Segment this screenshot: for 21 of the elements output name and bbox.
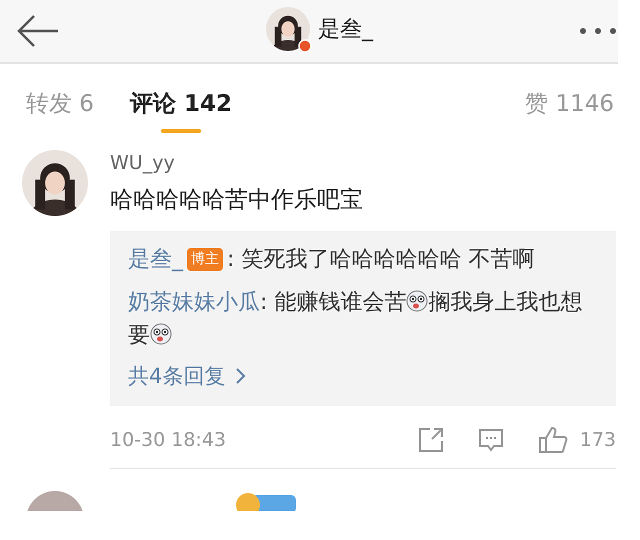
thumbs-up-icon <box>538 426 568 454</box>
comment-time: 10-30 18:43 <box>110 429 226 451</box>
comment-author[interactable]: WU_yy <box>110 152 640 174</box>
comment-icon[interactable] <box>478 428 504 452</box>
chevron-right-icon <box>235 367 248 385</box>
reply-text: 是叁_ 博主 : 笑死我了哈哈哈哈哈哈 不苦啊 <box>128 246 536 274</box>
share-icon[interactable] <box>418 427 444 453</box>
tab[interactable]: 评论 142 <box>130 88 232 145</box>
back-icon[interactable] <box>16 14 60 48</box>
like-button[interactable]: 173 <box>538 426 616 454</box>
more-replies-link[interactable]: 共4条回复 <box>128 362 596 390</box>
avatar <box>266 7 310 51</box>
comment-text: 哈哈哈哈哈苦中作乐吧宝 <box>110 186 364 215</box>
user-name: 是叁_ <box>318 16 373 44</box>
fan-badge-icon <box>234 491 296 511</box>
tab[interactable]: 转发 6 <box>26 88 94 145</box>
more-icon[interactable] <box>578 26 618 36</box>
tab[interactable]: 赞 1146 <box>525 88 614 145</box>
verified-badge-icon <box>298 39 312 53</box>
avatar <box>26 491 84 511</box>
reply-text: 奶茶妹妹小瓜: 能赚钱谁会苦 搁我身上我也想要 <box>128 289 584 350</box>
